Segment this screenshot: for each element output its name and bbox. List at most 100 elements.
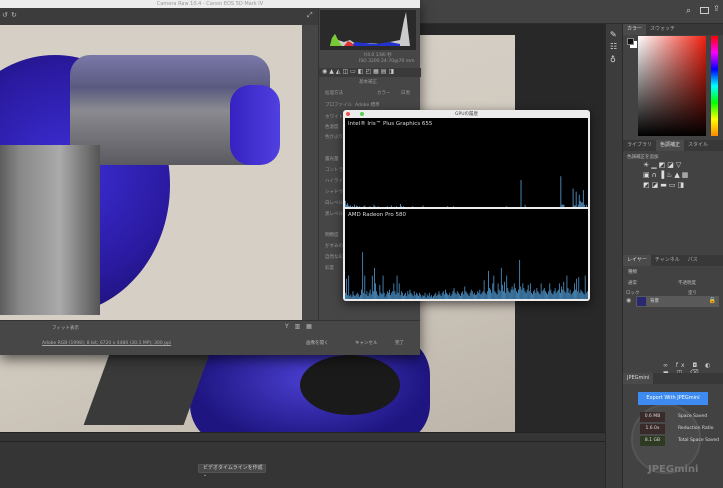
fullscreen-icon[interactable]: ⤢ [307, 11, 313, 20]
usage-bar [582, 292, 584, 299]
tab-swatches[interactable]: スウォッチ [646, 24, 679, 35]
usage-bar [357, 206, 359, 207]
usage-bar [560, 176, 562, 207]
cancel-button[interactable]: キャンセル [355, 340, 378, 346]
usage-bar [438, 291, 440, 299]
usage-bar [489, 288, 490, 299]
usage-bar [444, 289, 446, 299]
usage-bar [520, 180, 522, 207]
usage-bar [526, 289, 528, 299]
usage-bar [558, 283, 560, 299]
tab-styles[interactable]: スタイル [684, 140, 712, 151]
hue-slider[interactable] [711, 36, 718, 136]
properties-icon[interactable]: ☷ [610, 42, 617, 51]
tab-libraries[interactable]: ライブラリ [623, 140, 656, 151]
setting-label: 色温度 [325, 125, 339, 130]
layer-row[interactable]: 背景 🔒 [636, 296, 719, 307]
tab-layers[interactable]: レイヤー [623, 255, 651, 266]
workspace-icon[interactable] [700, 7, 709, 14]
vacuum-bin [0, 145, 100, 315]
usage-bar [418, 295, 419, 299]
usage-bar [471, 291, 473, 299]
usage-bar [369, 289, 371, 299]
usage-bar [561, 204, 563, 207]
usage-bar [578, 277, 580, 299]
stat-label: Total Space Saved [678, 438, 719, 443]
color-option[interactable]: カラー [377, 90, 391, 98]
layer-filter[interactable]: 種類 [628, 269, 637, 275]
usage-bar [458, 294, 460, 299]
usage-bar [371, 275, 373, 299]
usage-bar [474, 292, 475, 299]
setting-label: 明瞭度 [325, 233, 339, 238]
adjustment-icons[interactable]: ☀▁◩◪▽ ▣∩▐♨▲▦ ◩◪▬▭◨ [643, 160, 703, 190]
usage-bar [580, 289, 582, 299]
color-field[interactable] [638, 36, 706, 136]
usage-bar [406, 295, 408, 299]
usage-bar [495, 292, 497, 299]
usage-bar [576, 278, 578, 299]
usage-bar [476, 294, 478, 299]
usage-bar [491, 292, 493, 299]
usage-bar [534, 289, 536, 299]
usage-bar [345, 200, 346, 207]
tab-adjustments[interactable]: 色調補正 [656, 140, 685, 151]
done-button[interactable]: 完了 [395, 340, 404, 346]
usage-bar [549, 283, 551, 299]
tab-jpegmini[interactable]: JPEGmini [623, 373, 654, 384]
panel-tab-icons[interactable]: ◉▲◭◫▭◧◰▦▤◨ [319, 68, 421, 77]
blend-mode[interactable]: 通常 [628, 280, 637, 286]
preview-image[interactable] [0, 25, 302, 320]
usage-bar [462, 291, 464, 299]
tab-channels[interactable]: チャンネル [651, 255, 684, 266]
view-toggle-icons[interactable]: Y ▥ ▦ [285, 323, 314, 330]
brush-icon[interactable]: ✎ [610, 30, 617, 39]
usage-bar [522, 283, 524, 299]
usage-bar [564, 291, 566, 299]
usage-bar [354, 295, 356, 299]
usage-bar [380, 292, 382, 299]
usage-bar [359, 206, 361, 207]
search-icon[interactable]: ⌕ [686, 6, 691, 16]
create-video-timeline-button[interactable]: ビデオタイムラインを作成 ⌄ [198, 464, 266, 478]
usage-bar [480, 294, 482, 299]
usage-bar [562, 204, 564, 207]
usage-bar [529, 283, 531, 299]
usage-bar [369, 206, 371, 207]
usage-bar [368, 292, 370, 299]
usage-bar [498, 289, 500, 299]
usage-bar [454, 292, 456, 299]
visibility-eye-icon[interactable]: ◉ [626, 297, 631, 304]
layer-tabs: レイヤー チャンネル パス [623, 255, 723, 266]
usage-bar [379, 284, 381, 299]
usage-bar [571, 292, 573, 299]
zoom-level[interactable]: フィット表示 [52, 325, 79, 331]
usage-bar [446, 292, 447, 299]
tab-paths[interactable]: パス [684, 255, 702, 266]
usage-bar [349, 206, 350, 207]
usage-bar [488, 270, 489, 299]
bw-option[interactable]: 白黒 [401, 90, 410, 98]
usage-bar [398, 283, 400, 299]
histogram [320, 10, 416, 50]
usage-bar [553, 291, 555, 299]
usage-bar [355, 294, 357, 299]
timeline-button-label: ビデオタイムラインを作成 [203, 465, 263, 471]
open-image-button[interactable]: 画像を開く [306, 340, 329, 346]
export-jpegmini-button[interactable]: Export With JPEGmini [638, 392, 708, 405]
usage-bar [555, 292, 557, 299]
usage-bar [414, 295, 416, 299]
rotate-right-icon[interactable]: ↻ [11, 11, 17, 19]
rotate-left-icon[interactable]: ↺ [2, 11, 8, 19]
profile-select[interactable]: Adobe 標準 [355, 102, 380, 110]
tab-color[interactable]: カラー [623, 24, 647, 35]
usage-bar [565, 292, 567, 299]
foreground-color[interactable] [627, 38, 634, 45]
share-icon[interactable]: ⇪ [713, 4, 720, 13]
workflow-options-link[interactable]: Adobe RGB (1998); 8 bit; 6720 x 4480 (30… [42, 341, 171, 346]
lightbulb-icon[interactable]: ♁ [610, 55, 616, 64]
usage-bar [437, 294, 439, 299]
usage-bar [426, 294, 428, 299]
usage-bar [481, 292, 483, 299]
lock-icon: 🔒 [708, 297, 716, 304]
